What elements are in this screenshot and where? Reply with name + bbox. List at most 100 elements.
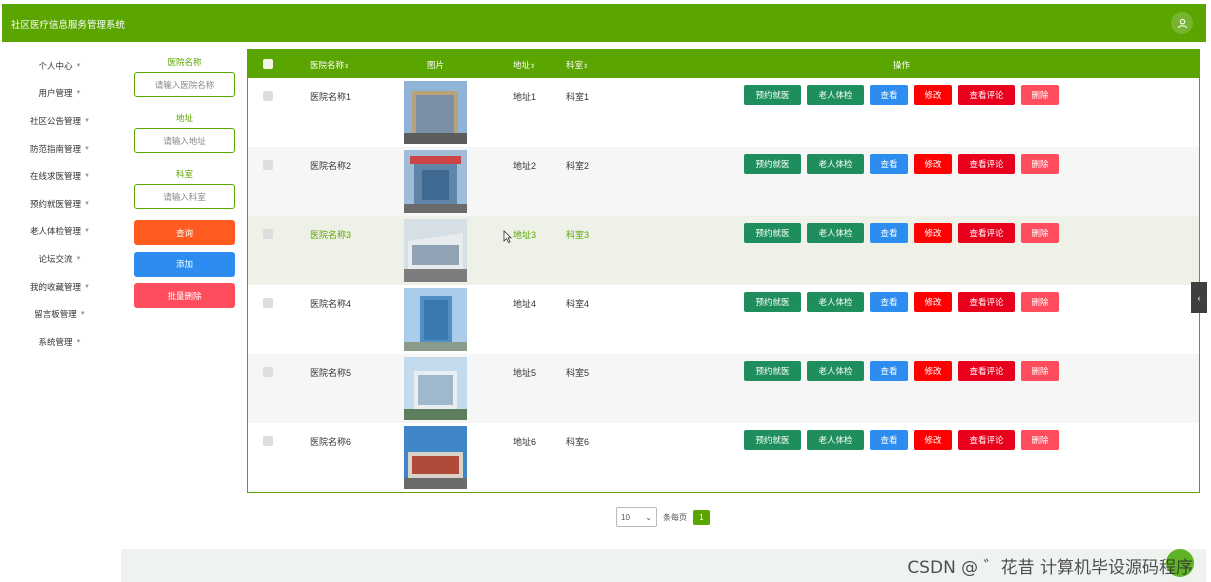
elderly-checkup-button[interactable]: 老人体检 — [807, 361, 864, 381]
query-button[interactable]: 查询 — [134, 220, 235, 245]
row-checkbox[interactable] — [263, 91, 273, 101]
view-reviews-button[interactable]: 查看评论 — [958, 292, 1015, 312]
edit-button[interactable]: 修改 — [914, 154, 952, 174]
select-all-checkbox[interactable] — [263, 59, 273, 69]
view-reviews-button[interactable]: 查看评论 — [958, 223, 1015, 243]
edit-button[interactable]: 修改 — [914, 292, 952, 312]
hospital-image[interactable] — [404, 357, 467, 420]
sidebar-item-user-management[interactable]: 用户管理 ▼ — [2, 80, 118, 108]
view-button[interactable]: 查看 — [870, 154, 908, 174]
view-button[interactable]: 查看 — [870, 361, 908, 381]
row-checkbox[interactable] — [263, 367, 273, 377]
user-avatar-button[interactable] — [1171, 12, 1193, 34]
hospital-dept: 科室3 — [566, 230, 590, 240]
sidebar-item-message-board[interactable]: 留言板管理 ▼ — [2, 300, 118, 328]
table-row: 医院名称2 地址2 科室2 预约就医 老人体检 查看 修改 查看评论 删除 — [248, 147, 1199, 216]
batch-delete-button[interactable]: 批量删除 — [134, 283, 235, 308]
sort-icon: ⇕ — [530, 64, 536, 70]
edit-button[interactable]: 修改 — [914, 430, 952, 450]
view-reviews-button[interactable]: 查看评论 — [958, 154, 1015, 174]
sidebar-item-appointment[interactable]: 预约就医管理 ▼ — [2, 190, 118, 218]
elderly-checkup-button[interactable]: 老人体检 — [807, 85, 864, 105]
hospital-dept: 科室2 — [566, 161, 590, 171]
view-button[interactable]: 查看 — [870, 223, 908, 243]
view-button[interactable]: 查看 — [870, 292, 908, 312]
sidebar-item-prevention-guide[interactable]: 防范指南管理 ▼ — [2, 135, 118, 163]
hospital-name-input[interactable] — [134, 72, 235, 97]
hospital-name: 医院名称5 — [310, 368, 352, 378]
chevron-down-icon: ▼ — [75, 255, 82, 262]
delete-button[interactable]: 删除 — [1021, 430, 1059, 450]
delete-button[interactable]: 删除 — [1021, 85, 1059, 105]
row-actions: 预约就医 老人体检 查看 修改 查看评论 删除 — [744, 223, 1059, 243]
table-row: 医院名称5 地址5 科室5 预约就医 老人体检 查看 修改 查看评论 删除 — [248, 354, 1199, 423]
chevron-down-icon: ⌄ — [645, 512, 652, 522]
sidebar-item-favorites[interactable]: 我的收藏管理 ▼ — [2, 273, 118, 301]
user-icon — [1177, 18, 1187, 28]
hospital-image[interactable] — [404, 426, 467, 489]
add-button[interactable]: 添加 — [134, 251, 235, 277]
collapse-panel-handle[interactable]: ‹ — [1191, 282, 1207, 313]
dept-input[interactable] — [134, 184, 235, 209]
sidebar-item-online-consult[interactable]: 在线求医管理 ▼ — [2, 162, 118, 190]
sidebar: 个人中心 ▼ 用户管理 ▼ 社区公告管理 ▼ 防范指南管理 ▼ 在线求医管理 ▼ 预约就医… — [2, 52, 118, 356]
sidebar-item-system[interactable]: 系统管理 ▼ — [2, 328, 118, 356]
col-header-name[interactable]: 医院名称⇕ — [310, 59, 349, 71]
pagination: 10 ⌄ 条每页 1 — [616, 507, 710, 527]
edit-button[interactable]: 修改 — [914, 223, 952, 243]
view-button[interactable]: 查看 — [870, 85, 908, 105]
chevron-down-icon: ▼ — [84, 117, 90, 124]
sidebar-item-community-notice[interactable]: 社区公告管理 ▼ — [2, 107, 118, 135]
book-appointment-button[interactable]: 预约就医 — [744, 430, 801, 450]
delete-button[interactable]: 删除 — [1021, 223, 1059, 243]
hospital-image[interactable] — [404, 288, 467, 351]
edit-button[interactable]: 修改 — [914, 85, 952, 105]
view-reviews-button[interactable]: 查看评论 — [958, 430, 1015, 450]
hospital-address: 地址4 — [513, 299, 537, 309]
sidebar-item-personal-center[interactable]: 个人中心 ▼ — [2, 52, 118, 80]
col-header-address[interactable]: 地址⇕ — [513, 59, 535, 71]
page-size-select[interactable]: 10 ⌄ — [616, 507, 657, 527]
edit-button[interactable]: 修改 — [914, 361, 952, 381]
view-reviews-button[interactable]: 查看评论 — [958, 85, 1015, 105]
address-input[interactable] — [134, 128, 235, 153]
book-appointment-button[interactable]: 预约就医 — [744, 292, 801, 312]
row-actions: 预约就医 老人体检 查看 修改 查看评论 删除 — [744, 85, 1059, 105]
row-actions: 预约就医 老人体检 查看 修改 查看评论 删除 — [744, 361, 1059, 381]
table-row: 医院名称3 地址3 科室3 预约就医 老人体检 查看 修改 查看评论 删除 — [248, 216, 1199, 285]
per-page-label: 条每页 — [663, 512, 687, 522]
row-checkbox[interactable] — [263, 298, 273, 308]
book-appointment-button[interactable]: 预约就医 — [744, 154, 801, 174]
chevron-left-icon: ‹ — [1197, 292, 1201, 303]
row-checkbox[interactable] — [263, 436, 273, 446]
watermark: CSDN @ ゛花昔 计算机毕设源码程序 — [907, 558, 1193, 578]
page-button-current[interactable]: 1 — [693, 509, 710, 525]
table-header: 医院名称⇕ 图片 地址⇕ 科室⇕ 操作 — [248, 50, 1199, 78]
hospital-image[interactable] — [404, 150, 467, 213]
view-button[interactable]: 查看 — [870, 430, 908, 450]
delete-button[interactable]: 删除 — [1021, 361, 1059, 381]
table-row: 医院名称6 地址6 科室6 预约就医 老人体检 查看 修改 查看评论 删除 — [248, 423, 1199, 492]
book-appointment-button[interactable]: 预约就医 — [744, 85, 801, 105]
sidebar-item-forum[interactable]: 论坛交流 ▼ — [2, 245, 118, 273]
delete-button[interactable]: 删除 — [1021, 292, 1059, 312]
col-header-dept[interactable]: 科室⇕ — [566, 59, 588, 71]
hospital-table: 医院名称⇕ 图片 地址⇕ 科室⇕ 操作 医院名称1 地址1 科室1 预约就医 老… — [247, 49, 1200, 493]
elderly-checkup-button[interactable]: 老人体检 — [807, 154, 864, 174]
elderly-checkup-button[interactable]: 老人体检 — [807, 223, 864, 243]
sidebar-item-elderly-checkup[interactable]: 老人体检管理 ▼ — [2, 218, 118, 246]
elderly-checkup-button[interactable]: 老人体检 — [807, 430, 864, 450]
row-checkbox[interactable] — [263, 229, 273, 239]
book-appointment-button[interactable]: 预约就医 — [744, 361, 801, 381]
delete-button[interactable]: 删除 — [1021, 154, 1059, 174]
search-filters: 医院名称 地址 科室 查询 添加 批量删除 — [134, 52, 235, 315]
book-appointment-button[interactable]: 预约就医 — [744, 223, 801, 243]
hospital-image[interactable] — [404, 219, 467, 282]
mouse-cursor-icon — [503, 230, 512, 243]
elderly-checkup-button[interactable]: 老人体检 — [807, 292, 864, 312]
row-checkbox[interactable] — [263, 160, 273, 170]
hospital-dept: 科室1 — [566, 92, 590, 102]
view-reviews-button[interactable]: 查看评论 — [958, 361, 1015, 381]
hospital-image[interactable] — [404, 81, 467, 144]
row-actions: 预约就医 老人体检 查看 修改 查看评论 删除 — [744, 154, 1059, 174]
